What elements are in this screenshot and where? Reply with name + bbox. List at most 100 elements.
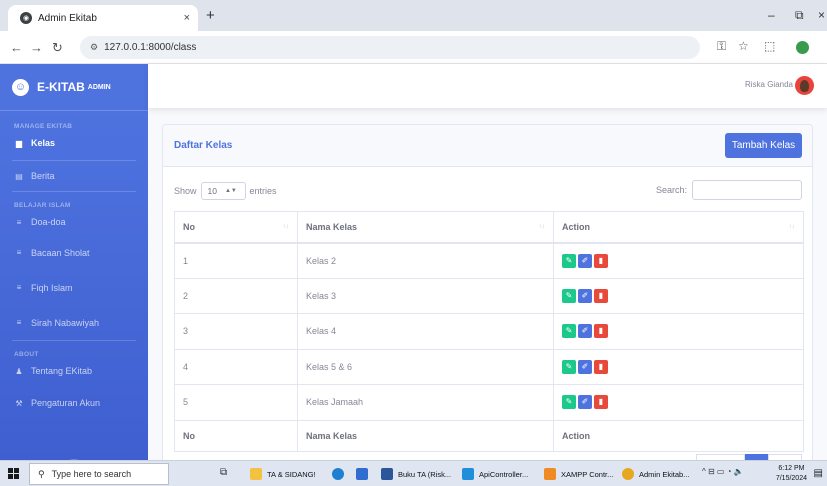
cell-action: ✎ ✐ ▮ bbox=[553, 313, 804, 350]
site-info-icon[interactable]: ⚙ bbox=[90, 42, 98, 53]
password-key-icon[interactable]: ⚿ bbox=[717, 39, 726, 54]
back-icon[interactable]: ← bbox=[10, 40, 23, 55]
taskbar-app-xampp[interactable]: XAMPP Contr... bbox=[544, 466, 613, 482]
sidebar-item-kelas[interactable]: ▆ Kelas bbox=[0, 130, 148, 156]
clock-time: 6:12 PM bbox=[778, 465, 805, 472]
view-pencil-icon[interactable]: ✎ bbox=[562, 395, 576, 410]
sidebar-item-doa[interactable]: ≡ Doa-doa bbox=[0, 209, 148, 235]
taskbar-search[interactable]: ⚲ Type here to search bbox=[29, 463, 169, 485]
sidebar-item-tentang[interactable]: ♟ Tentang EKitab bbox=[0, 358, 148, 384]
sort-icon: ↑↓ bbox=[538, 223, 546, 230]
sidebar-item-label: Doa-doa bbox=[31, 217, 66, 227]
new-tab-button[interactable]: + bbox=[206, 7, 215, 24]
view-pencil-icon[interactable]: ✎ bbox=[562, 253, 576, 268]
sidebar-item-bacaan-sholat[interactable]: ≡ Bacaan Sholat bbox=[0, 235, 148, 270]
reload-icon[interactable]: ↻ bbox=[52, 40, 63, 56]
sidebar-item-label: Pengaturan Akun bbox=[31, 398, 101, 408]
view-pencil-icon[interactable]: ✎ bbox=[562, 359, 576, 374]
edit-icon[interactable]: ✐ bbox=[578, 288, 592, 303]
entries-label: entries bbox=[249, 186, 277, 196]
delete-trash-icon[interactable]: ▮ bbox=[594, 359, 608, 374]
close-window-icon[interactable]: × bbox=[818, 8, 825, 22]
sort-icon: ↑↓ bbox=[282, 223, 290, 230]
cell-nama-kelas: Kelas Jamaah bbox=[297, 384, 554, 421]
word-icon bbox=[381, 468, 393, 480]
col-action-header[interactable]: Action ↑↓ bbox=[553, 211, 804, 244]
notification-icon[interactable]: ▤ bbox=[814, 468, 823, 479]
browser-tab-bar: ⌄ ◉ Admin Ekitab × + – ⧉ × bbox=[0, 0, 827, 31]
url-field[interactable]: ⚙ 127.0.0.1:8000/class bbox=[80, 36, 700, 59]
delete-trash-icon[interactable]: ▮ bbox=[594, 288, 608, 303]
user-name[interactable]: Riska Gianda bbox=[745, 80, 793, 89]
bookmark-star-icon[interactable]: ☆ bbox=[738, 39, 749, 53]
sort-icon: ↑↓ bbox=[788, 223, 796, 230]
extensions-icon[interactable]: ⬚ bbox=[764, 39, 775, 53]
browser-tab[interactable]: ◉ Admin Ekitab × bbox=[8, 5, 198, 31]
tambah-kelas-button[interactable]: Tambah Kelas bbox=[725, 133, 802, 158]
minimize-icon[interactable]: – bbox=[768, 8, 775, 22]
system-tray-icons[interactable]: ^ ⊟ ▭ ◔ 🔈 bbox=[702, 467, 744, 476]
restore-icon[interactable]: ⧉ bbox=[795, 8, 804, 23]
store-icon[interactable] bbox=[356, 468, 368, 480]
card-header: Daftar Kelas Tambah Kelas bbox=[163, 125, 812, 167]
task-view-icon[interactable]: ⧉ bbox=[220, 467, 227, 478]
brand-name: E-KITAB bbox=[37, 80, 85, 94]
taskbar-app-chrome[interactable]: Admin Ekitab... bbox=[622, 466, 689, 482]
cell-nama-kelas: Kelas 5 & 6 bbox=[297, 348, 554, 385]
sidebar-item-label: Kelas bbox=[31, 138, 56, 148]
cell-action: ✎ ✐ ▮ bbox=[553, 384, 804, 421]
taskbar-app-word[interactable]: Buku TA (Risk... bbox=[381, 466, 451, 482]
sidebar-item-label: Sirah Nabawiyah bbox=[31, 317, 100, 328]
entries-length-select[interactable]: 10 ▲▼ bbox=[200, 182, 246, 200]
taskbar-app-vscode[interactable]: ApiController... bbox=[462, 466, 528, 482]
tab-title: Admin Ekitab bbox=[38, 12, 97, 24]
user-avatar[interactable] bbox=[795, 76, 814, 95]
windows-start-icon[interactable] bbox=[8, 468, 19, 479]
list-icon: ≡ bbox=[16, 217, 22, 227]
delete-trash-icon[interactable]: ▮ bbox=[594, 395, 608, 410]
view-pencil-icon[interactable]: ✎ bbox=[562, 288, 576, 303]
table-header-row: No ↑↓ Nama Kelas ↑↓ Action ↑↓ bbox=[174, 211, 804, 244]
view-pencil-icon[interactable]: ✎ bbox=[562, 324, 576, 339]
xampp-icon bbox=[544, 468, 556, 480]
forward-icon[interactable]: → bbox=[30, 40, 43, 55]
sidebar-item-sirah[interactable]: ≡ Sirah Nabawiyah bbox=[0, 305, 148, 340]
favicon-icon: ◉ bbox=[20, 12, 32, 24]
edge-icon[interactable] bbox=[332, 468, 344, 480]
col-no-header[interactable]: No ↑↓ bbox=[174, 211, 298, 244]
browser-profile-icon[interactable] bbox=[796, 41, 809, 54]
list-icon: ≡ bbox=[16, 318, 22, 327]
col-nama-kelas-header[interactable]: Nama Kelas ↑↓ bbox=[297, 211, 554, 244]
delete-trash-icon[interactable]: ▮ bbox=[594, 253, 608, 268]
column-label: No bbox=[183, 221, 195, 232]
tab-close-icon[interactable]: × bbox=[184, 12, 190, 24]
list-icon: ≡ bbox=[16, 248, 22, 257]
sidebar-item-label: Fiqh Islam bbox=[31, 282, 73, 293]
taskbar-clock[interactable]: 6:12 PM 7/15/2024 bbox=[776, 464, 807, 484]
column-label: Nama Kelas bbox=[306, 221, 358, 232]
cell-nama-kelas: Kelas 2 bbox=[297, 242, 554, 279]
sidebar-brand[interactable]: ☺ E-KITAB ADMIN bbox=[0, 64, 148, 111]
search-input[interactable] bbox=[692, 180, 802, 200]
edit-icon[interactable]: ✐ bbox=[578, 253, 592, 268]
sidebar-heading-belajar: BELAJAR ISLAM bbox=[14, 202, 71, 209]
select-arrows-icon: ▲▼ bbox=[224, 188, 237, 194]
delete-trash-icon[interactable]: ▮ bbox=[594, 324, 608, 339]
cell-no: 2 bbox=[174, 277, 298, 314]
cell-no: 3 bbox=[174, 313, 298, 350]
table-footer-row: No Nama Kelas Action bbox=[174, 419, 804, 452]
edit-icon[interactable]: ✐ bbox=[578, 395, 592, 410]
sidebar-item-berita[interactable]: ▤ Berita bbox=[0, 161, 148, 191]
sidebar-heading-about: ABOUT bbox=[14, 351, 39, 358]
taskbar-app-label: XAMPP Contr... bbox=[561, 469, 614, 479]
edit-icon[interactable]: ✐ bbox=[578, 359, 592, 374]
address-bar: ← → ↻ ⚙ 127.0.0.1:8000/class ⚿ ☆ ⬚ bbox=[0, 31, 827, 64]
sidebar-item-fiqh[interactable]: ≡ Fiqh Islam bbox=[0, 270, 148, 305]
windows-taskbar: ⚲ Type here to search ⧉ TA & SIDANG! Buk… bbox=[0, 460, 827, 486]
newspaper-icon: ▤ bbox=[15, 171, 23, 181]
col-action-footer: Action bbox=[553, 419, 804, 452]
taskbar-app-folder[interactable]: TA & SIDANG! bbox=[250, 466, 316, 482]
chrome-icon bbox=[622, 468, 634, 480]
sidebar-item-pengaturan[interactable]: ⚒ Pengaturan Akun bbox=[0, 384, 148, 422]
edit-icon[interactable]: ✐ bbox=[578, 324, 592, 339]
